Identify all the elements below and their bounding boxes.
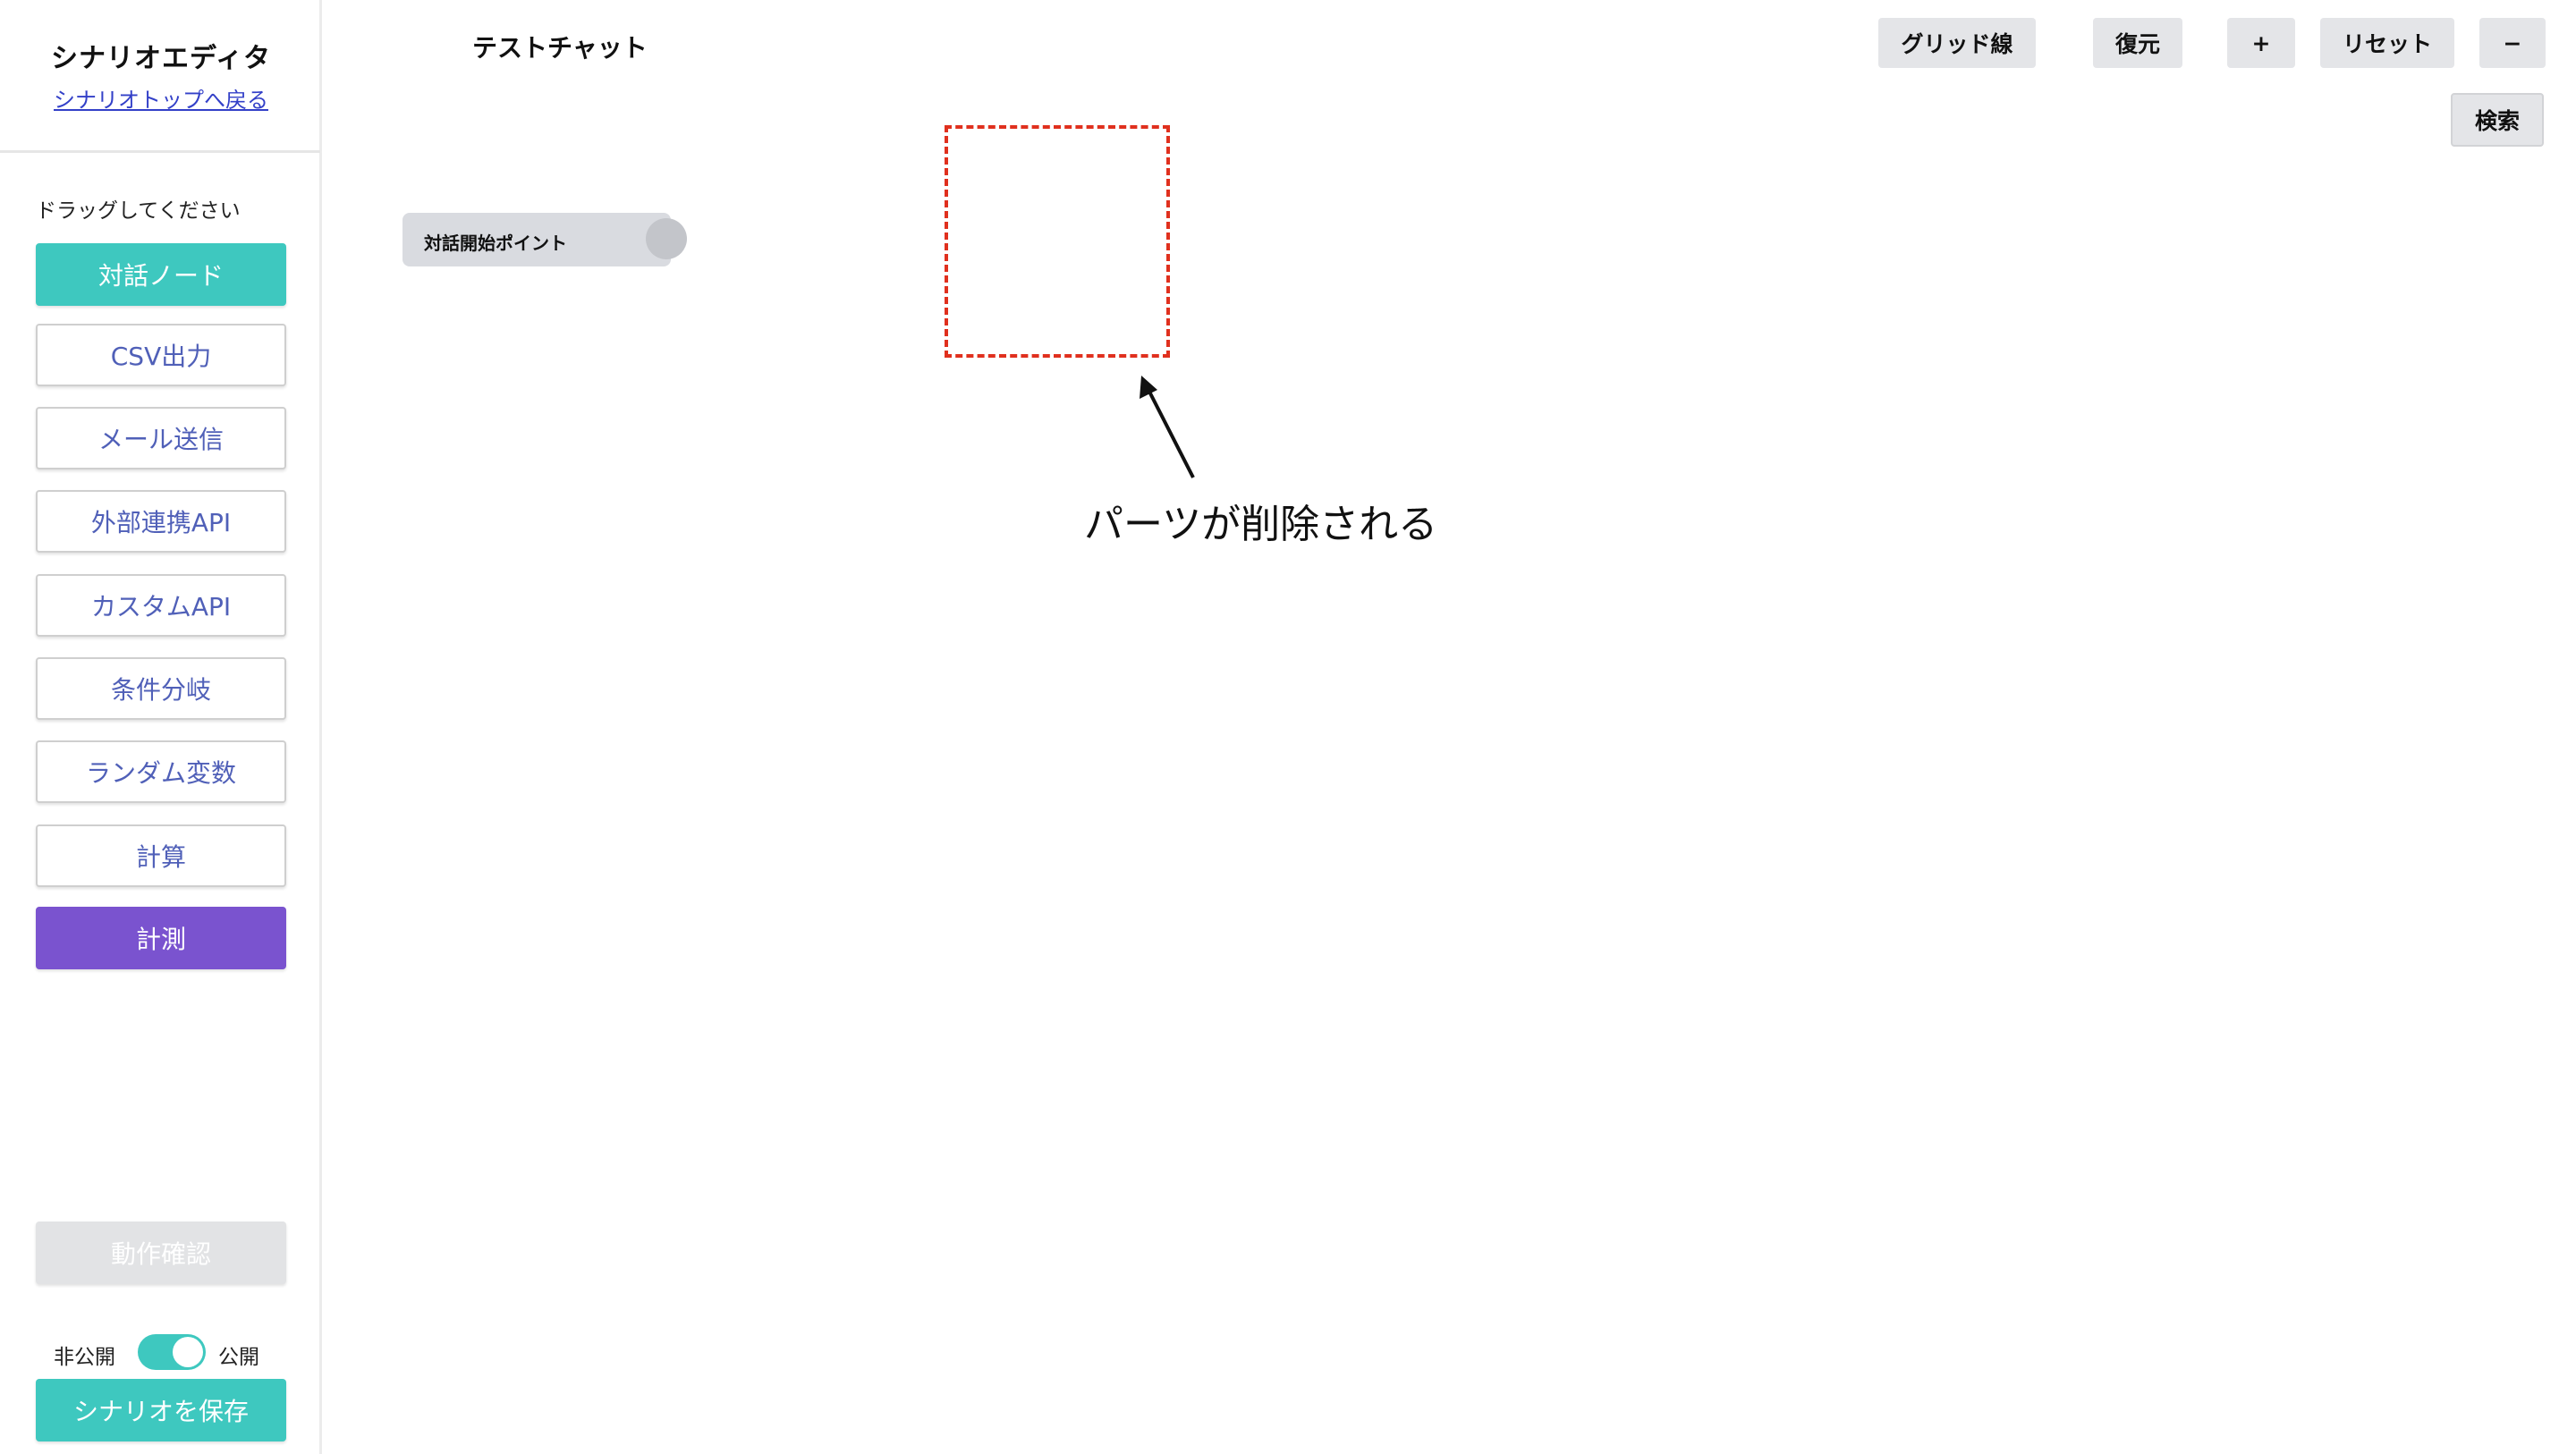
start-node-output-port[interactable] [646, 218, 687, 259]
palette-condition-branch[interactable]: 条件分岐 [36, 657, 286, 720]
zoom-in-button[interactable]: + [2227, 18, 2295, 68]
start-node[interactable]: 対話開始ポイント [402, 213, 671, 266]
search-button[interactable]: 検索 [2451, 93, 2544, 147]
start-node-label: 対話開始ポイント [424, 232, 567, 254]
toggle-private-label: 非公開 [54, 1346, 115, 1369]
palette-calculation[interactable]: 計算 [36, 824, 286, 887]
toggle-knob [173, 1337, 203, 1367]
toggle-public-label: 公開 [218, 1346, 259, 1369]
grid-lines-button[interactable]: グリッド線 [1878, 18, 2036, 68]
drag-hint: ドラッグしてください [36, 199, 241, 223]
save-scenario-button[interactable]: シナリオを保存 [36, 1379, 286, 1441]
reset-button[interactable]: リセット [2320, 18, 2454, 68]
palette-dialog-node[interactable]: 対話ノード [36, 243, 286, 306]
palette-csv-output[interactable]: CSV出力 [36, 324, 286, 386]
palette-measurement[interactable]: 計測 [36, 907, 286, 969]
palette-random-variable[interactable]: ランダム変数 [36, 740, 286, 803]
back-to-scenario-top-link[interactable]: シナリオトップへ戻る [0, 82, 322, 114]
publish-toggle[interactable] [138, 1334, 206, 1370]
palette-custom-api[interactable]: カスタムAPI [36, 574, 286, 637]
deleted-part-highlight [945, 125, 1170, 358]
publish-toggle-row: 非公開 公開 [36, 1332, 286, 1372]
run-check-button[interactable]: 動作確認 [36, 1222, 286, 1284]
chat-title: テストチャット [472, 33, 648, 63]
zoom-out-button[interactable]: − [2479, 18, 2546, 68]
palette-external-api[interactable]: 外部連携API [36, 490, 286, 553]
restore-button[interactable]: 復元 [2093, 18, 2182, 68]
sidebar: シナリオエディタ シナリオトップへ戻る ドラッグしてください 対話ノード CSV… [0, 0, 322, 1454]
app-title: シナリオエディタ [51, 43, 271, 74]
palette-send-mail[interactable]: メール送信 [36, 407, 286, 469]
sidebar-divider [0, 150, 320, 153]
annotation-text: パーツが削除される [1084, 502, 1438, 547]
annotation-arrow-icon [1140, 376, 1195, 478]
